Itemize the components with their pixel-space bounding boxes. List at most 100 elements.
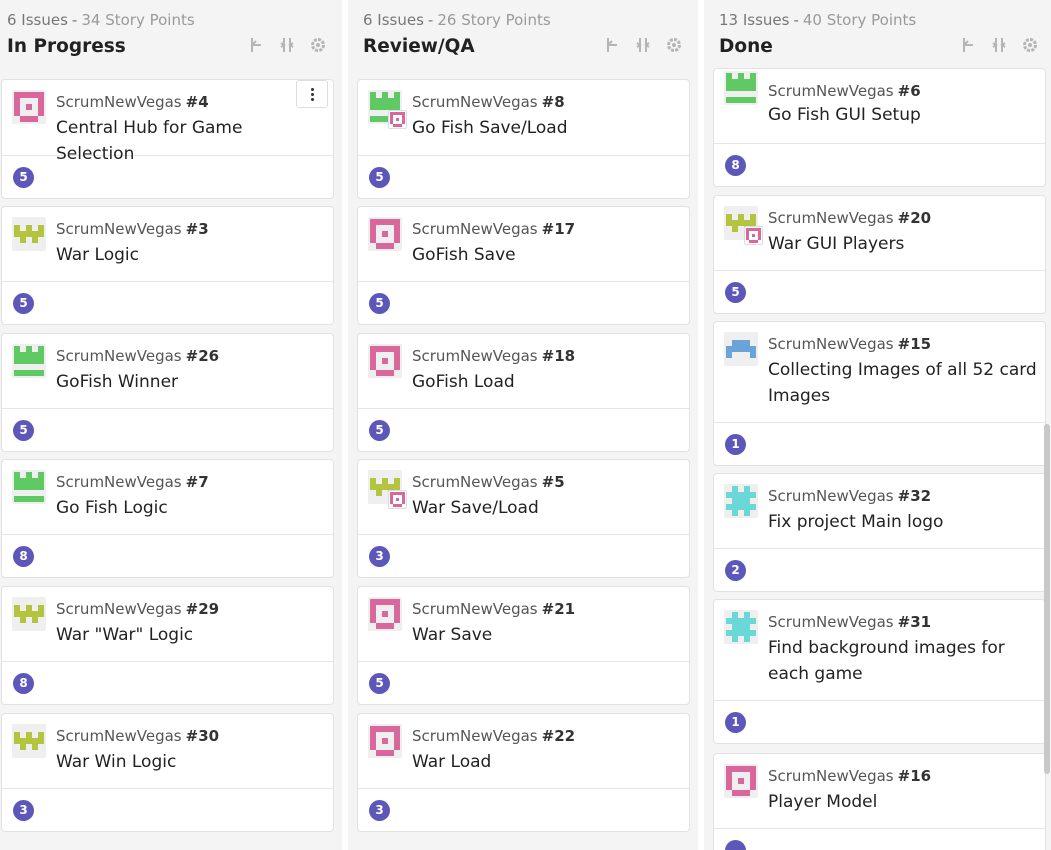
story-points-badge: 5 [369, 293, 390, 314]
issue-count: 13 Issues [719, 11, 790, 29]
story-points-badge: 5 [13, 293, 34, 314]
avatar [724, 206, 763, 245]
avatar [368, 344, 402, 378]
issue-card[interactable]: ScrumNewVegas #18 GoFish Load 5 [357, 333, 690, 452]
column-done: 13 Issues -40 Story Points Done ScrumNewV… [704, 0, 1051, 850]
issue-card[interactable]: ScrumNewVegas #29 War "War" Logic 8 [1, 586, 334, 705]
story-points-badge: 5 [369, 167, 390, 188]
column-header: 13 Issues -40 Story Points Done [704, 0, 1051, 66]
column-actions [249, 36, 327, 54]
avatar [368, 597, 402, 631]
story-points-badge: 8 [13, 673, 34, 694]
column-title: In Progress [7, 36, 126, 57]
more-options-icon[interactable] [296, 80, 328, 108]
issue-title[interactable]: War Save/Load [412, 495, 682, 521]
column-stats: 6 Issues -26 Story Points [363, 11, 551, 29]
issue-number: #8 [541, 93, 565, 111]
settings-gear-icon[interactable] [665, 36, 683, 54]
issue-number: #30 [185, 727, 220, 745]
issue-title[interactable]: Go Fish Logic [56, 495, 326, 521]
issue-repo: ScrumNewVegas #31 [768, 613, 932, 631]
issue-number: #21 [541, 600, 576, 618]
issue-title[interactable]: War Load [412, 749, 682, 775]
issue-title[interactable]: War Win Logic [56, 749, 326, 775]
settings-gear-icon[interactable] [309, 36, 327, 54]
avatar [724, 484, 758, 518]
issue-card[interactable]: ScrumNewVegas #3 War Logic 5 [1, 206, 334, 325]
story-points-badge: 8 [13, 546, 34, 567]
issue-repo: ScrumNewVegas #6 [768, 82, 921, 100]
issue-card[interactable]: ScrumNewVegas #5 War Save/Load 3 [357, 459, 690, 578]
assignee-mini-avatar [388, 490, 407, 509]
issue-repo: ScrumNewVegas #15 [768, 335, 932, 353]
issue-title[interactable]: GoFish Save [412, 242, 682, 268]
collapse-left-icon[interactable] [961, 36, 977, 54]
issue-card[interactable]: ScrumNewVegas #8 Go Fish Save/Load 5 [357, 79, 690, 199]
issue-number: #5 [541, 473, 565, 491]
issue-card[interactable]: ScrumNewVegas #31 Find background images … [713, 599, 1046, 744]
avatar [724, 332, 758, 366]
issue-title[interactable]: Fix project Main logo [768, 509, 1038, 535]
issue-title[interactable]: Go Fish Save/Load [412, 115, 682, 141]
avatar [724, 71, 758, 105]
issue-title[interactable]: War GUI Players [768, 231, 1038, 257]
column-scrollbar[interactable] [1044, 424, 1050, 774]
collapse-column-icon[interactable] [279, 36, 295, 54]
assignee-mini-avatar [744, 226, 763, 245]
issue-card[interactable]: ScrumNewVegas #15 Collecting Images of al… [713, 321, 1046, 466]
issue-card[interactable]: ScrumNewVegas #4 Central Hub for Game Sel… [1, 79, 334, 199]
issue-card[interactable]: ScrumNewVegas #7 Go Fish Logic 8 [1, 459, 334, 578]
issue-number: #32 [897, 487, 932, 505]
issue-card[interactable]: ScrumNewVegas #16 Player Model [713, 753, 1046, 850]
assignee-mini-avatar [388, 110, 407, 129]
story-points-badge: 5 [369, 420, 390, 441]
issue-repo: ScrumNewVegas #3 [56, 220, 209, 238]
story-points-badge: 1 [725, 434, 746, 455]
issue-title[interactable]: War Logic [56, 242, 326, 268]
avatar [12, 597, 46, 631]
column-actions [961, 36, 1039, 54]
issue-card[interactable]: ScrumNewVegas #22 War Load 3 [357, 713, 690, 832]
issue-title[interactable]: War Save [412, 622, 682, 648]
settings-gear-icon[interactable] [1021, 36, 1039, 54]
collapse-column-icon[interactable] [991, 36, 1007, 54]
column-in-progress: 6 Issues -34 Story Points In Progress Scr… [0, 0, 342, 850]
issue-card[interactable]: ScrumNewVegas #17 GoFish Save 5 [357, 206, 690, 325]
column-title: Done [719, 36, 773, 57]
issue-card[interactable]: ScrumNewVegas #20 War GUI Players 5 [713, 195, 1046, 314]
column-title: Review/QA [363, 36, 475, 57]
story-points-badge: 5 [13, 420, 34, 441]
issue-number: #22 [541, 727, 576, 745]
issue-card[interactable]: ScrumNewVegas #21 War Save 5 [357, 586, 690, 705]
collapse-left-icon[interactable] [249, 36, 265, 54]
story-points-badge [725, 840, 746, 850]
issue-title[interactable]: GoFish Winner [56, 369, 326, 395]
avatar [12, 724, 46, 758]
avatar [12, 217, 46, 251]
issue-card[interactable]: ScrumNewVegas #6 Go Fish GUI Setup 8 [713, 68, 1046, 187]
issue-title[interactable]: War "War" Logic [56, 622, 326, 648]
issue-title[interactable]: Central Hub for Game Selection [56, 115, 326, 167]
collapse-left-icon[interactable] [605, 36, 621, 54]
collapse-column-icon[interactable] [635, 36, 651, 54]
story-points-count: 26 Story Points [437, 11, 551, 29]
issue-card[interactable]: ScrumNewVegas #26 GoFish Winner 5 [1, 333, 334, 452]
avatar [12, 344, 46, 378]
issue-card[interactable]: ScrumNewVegas #30 War Win Logic 3 [1, 713, 334, 832]
story-points-count: 40 Story Points [802, 11, 917, 29]
issue-title[interactable]: Collecting Images of all 52 card Images [768, 357, 1038, 409]
issue-repo: ScrumNewVegas #26 [56, 347, 220, 365]
issue-count: 6 Issues [363, 11, 424, 29]
avatar [12, 90, 46, 124]
issue-card[interactable]: ScrumNewVegas #32 Fix project Main logo 2 [713, 473, 1046, 592]
project-board: 6 Issues -34 Story Points In Progress Scr… [0, 0, 1051, 850]
issue-title[interactable]: Go Fish GUI Setup [768, 102, 1038, 128]
story-points-badge: 5 [13, 167, 34, 188]
issue-title[interactable]: Player Model [768, 789, 1038, 815]
issue-title[interactable]: GoFish Load [412, 369, 682, 395]
issue-number: #15 [897, 335, 932, 353]
story-points-badge: 3 [13, 800, 34, 821]
issue-title[interactable]: Find background images for each game [768, 635, 1038, 687]
story-points-badge: 3 [369, 546, 390, 567]
issue-number: #26 [185, 347, 220, 365]
